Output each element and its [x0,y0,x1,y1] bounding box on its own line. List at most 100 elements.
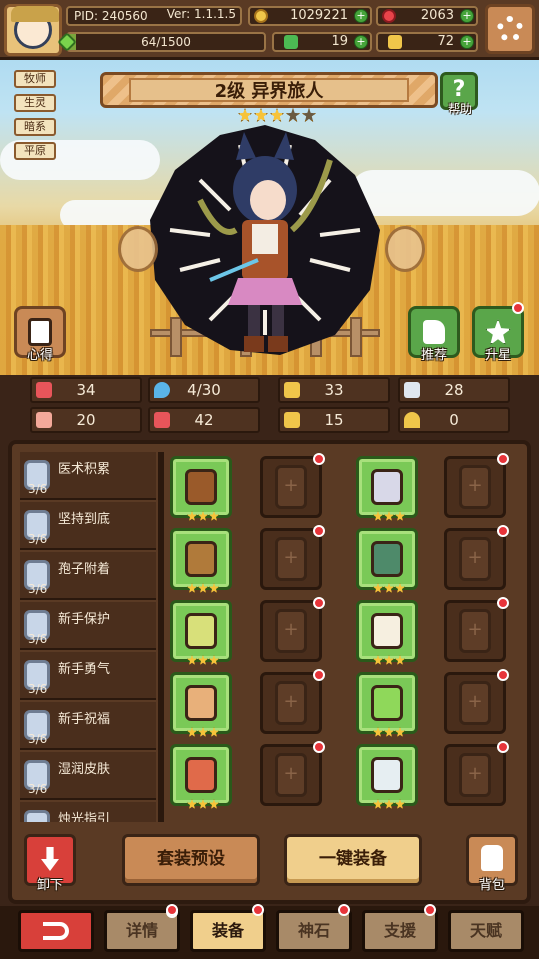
add-clover-button[interactable]: + [354,35,368,49]
set-item[interactable]: 湿润皮肤 3/6 [20,752,156,800]
notification-dot [512,302,524,314]
white-boots-icon [371,757,403,793]
add-gold-button[interactable]: + [460,35,474,49]
star-icon [373,655,383,665]
back-button[interactable] [18,910,94,952]
class-tag[interactable]: 平原 [14,142,56,160]
one-click-equip-button[interactable]: 一键装备 [284,834,422,886]
star-icon [187,799,197,809]
set-count: 3/6 [28,782,48,796]
set-name: 医术积累 [58,462,111,477]
next-hero-button[interactable] [385,226,425,272]
equipment-slot-green-ring[interactable] [356,672,418,737]
empty-equipment-slot[interactable]: + [444,525,509,590]
notification-dot [313,453,325,465]
prev-hero-button[interactable] [118,226,158,272]
water-drop-icon [154,382,170,398]
plus-icon: + [275,465,307,509]
notification-dot [338,904,350,916]
empty-equipment-slot[interactable]: + [260,525,325,590]
gold-bar-icon [388,35,402,49]
star-icon [384,583,394,593]
equipment-slot-bronze-medal[interactable] [170,672,232,737]
star-icon [198,727,208,737]
set-name: 新手保护 [58,612,111,627]
add-coins-button[interactable]: + [354,9,368,23]
set-item[interactable]: 新手祝福 3/6 [20,702,156,750]
star-icon [373,799,383,809]
class-tag[interactable]: 牧师 [14,70,56,88]
notes-icon [28,318,52,346]
set-item[interactable]: 坚持到底 3/6 [20,502,156,550]
set-count: 3/6 [28,732,48,746]
empty-equipment-slot[interactable]: + [444,669,509,734]
question-icon: ? [452,77,466,102]
empty-equipment-slot[interactable]: + [444,453,509,518]
notification-dot [497,597,509,609]
settings-button[interactable] [485,4,535,54]
empty-equipment-slot[interactable]: + [260,597,325,662]
notification-dot [424,904,436,916]
star-icon [373,727,383,737]
wing-icon [404,382,420,398]
coin-icon [254,9,268,23]
set-preset-button[interactable]: 套装预设 [122,834,260,886]
tab-support[interactable]: 支援 [362,910,438,952]
back-arrow-icon [43,922,69,940]
unequip-label: 卸下 [36,878,63,893]
star-icon [198,583,208,593]
clover-counter: 19 + [272,32,372,52]
set-bonus-list[interactable]: 医术积累 3/6 坚持到底 3/6 孢子附着 3/6 新手保护 3/6 新手勇气 3/6 … [20,452,156,822]
tab-talent[interactable]: 天赋 [448,910,524,952]
gem-value: 2063 [420,8,454,23]
set-item[interactable]: 孢子附着 3/6 [20,552,156,600]
equipment-slot-round-shield[interactable] [170,528,232,593]
white-glove-icon [371,613,403,649]
empty-equipment-slot[interactable]: + [260,453,325,518]
star-icon [187,583,197,593]
class-tag[interactable]: 暗系 [14,118,56,136]
item-stars [373,799,405,809]
set-item[interactable]: 新手勇气 3/6 [20,652,156,700]
notes-label: 心得 [26,348,53,363]
bronze-medal-icon [185,685,217,721]
equipment-slot-white-boots[interactable] [356,744,418,809]
plus-icon: + [459,465,491,509]
gold-counter: 72 + [376,32,478,52]
stat-value: 28 [444,381,464,399]
exp-bar: 64/1500 [57,32,266,52]
coin-counter: 1029221 + [248,6,372,26]
tab-equip[interactable]: 装备 [190,910,266,952]
plus-icon: + [275,753,307,797]
empty-equipment-slot[interactable]: + [444,597,509,662]
equipment-slot-white-glove[interactable] [356,600,418,665]
thumbs-up-icon [423,320,445,344]
empty-equipment-slot[interactable]: + [260,741,325,806]
add-gems-button[interactable]: + [460,9,474,23]
bottom-tab-bar: 详情 装备 神石 支援 天赋 [0,906,539,959]
set-item[interactable]: 烛光指引 [20,802,156,822]
tab-stone[interactable]: 神石 [276,910,352,952]
class-tag[interactable]: 生灵 [14,94,56,112]
backpack-label: 背包 [478,878,505,893]
empty-equipment-slot[interactable]: + [260,669,325,734]
equipment-slot-green-amulet[interactable] [170,600,232,665]
stat-value: 34 [76,381,96,399]
set-name: 湿润皮肤 [58,762,111,777]
set-name: 新手祝福 [58,712,111,727]
star-icon [384,511,394,521]
equipment-slot-cone-hat[interactable] [356,456,418,521]
star-icon [209,655,219,665]
gear-icon [497,16,523,42]
stat-value: 0 [449,411,459,429]
help-label: 帮助 [447,102,472,116]
player-avatar[interactable] [4,4,62,56]
empty-equipment-slot[interactable]: + [444,741,509,806]
set-item[interactable]: 医术积累 3/6 [20,452,156,500]
equipment-slot-red-mushroom[interactable] [170,744,232,809]
set-item[interactable]: 新手保护 3/6 [20,602,156,650]
equipment-slot-leaf-armor[interactable] [356,528,418,593]
star-icon [187,511,197,521]
set-count: 3/6 [28,582,48,596]
equipment-slot-wooden-wand[interactable] [170,456,232,521]
